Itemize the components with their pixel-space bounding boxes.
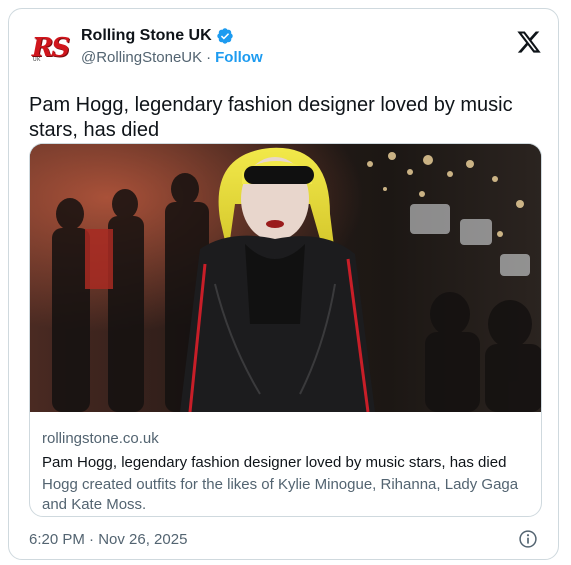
tweet-header: RS UK Rolling Stone UK @RollingStoneUK · F… (29, 25, 542, 73)
verified-badge-icon (216, 28, 233, 44)
account-handle[interactable]: @RollingStoneUK (81, 49, 202, 66)
tweet-text: Pam Hogg, legendary fashion designer lov… (29, 94, 513, 141)
handle-row: @RollingStoneUK · Follow (81, 49, 263, 66)
tweet-timestamp[interactable]: 6:20 PM · Nov 26, 2025 (29, 531, 187, 548)
link-title[interactable]: Pam Hogg, legendary fashion designer lov… (42, 453, 529, 473)
follow-button[interactable]: Follow (215, 49, 263, 66)
avatar[interactable]: RS UK (29, 27, 71, 69)
photo-illustration (30, 144, 541, 412)
link-preview-card[interactable]: rollingstone.co.uk Pam Hogg, legendary f… (29, 143, 542, 517)
name-row: Rolling Stone UK (81, 27, 234, 45)
separator-dot: · (206, 49, 212, 66)
article-photo[interactable] (30, 144, 541, 412)
logo-sub-label: UK (33, 57, 41, 63)
tweet-embed-card[interactable]: RS UK Rolling Stone UK @RollingStoneUK · F… (8, 8, 559, 560)
link-domain: rollingstone.co.uk (42, 430, 159, 447)
info-icon[interactable] (518, 529, 538, 549)
link-description: Hogg created outfits for the likes of Ky… (42, 476, 519, 513)
display-name[interactable]: Rolling Stone UK (81, 27, 212, 45)
x-logo-icon[interactable] (516, 29, 542, 55)
link-meta: rollingstone.co.uk Pam Hogg, legendary f… (42, 429, 529, 515)
